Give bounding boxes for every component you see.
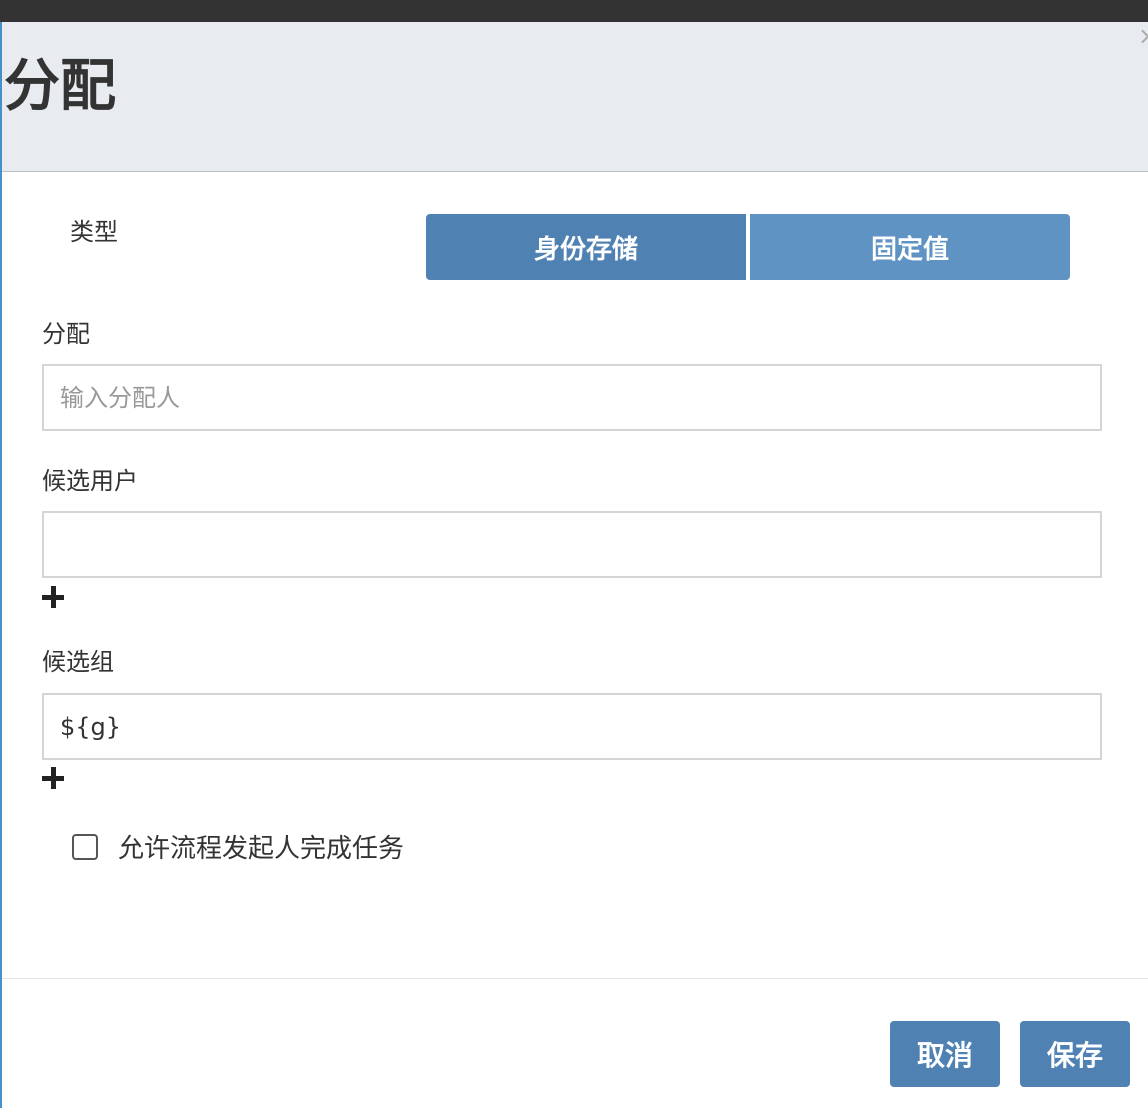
initiator-can-complete-label: 允许流程发起人完成任务: [118, 834, 405, 864]
cancel-button[interactable]: 取消: [890, 1021, 1000, 1087]
candidate-user-input[interactable]: [42, 511, 1102, 578]
initiator-can-complete-checkbox[interactable]: [72, 834, 98, 860]
add-candidate-group-plus-icon[interactable]: [42, 767, 64, 789]
add-candidate-user-plus-icon[interactable]: [42, 586, 64, 608]
dialog-header: 分配 ×: [2, 22, 1148, 172]
close-icon[interactable]: ×: [1138, 24, 1148, 48]
assignment-dialog: 分配 × 类型 身份存储 固定值 分配 候选用户 候选组 允许流程发起人完成任务…: [0, 22, 1148, 1108]
candidate-users-label: 候选用户: [42, 467, 138, 495]
type-label: 类型: [70, 218, 118, 246]
footer-divider: [2, 978, 1148, 979]
assignee-label: 分配: [42, 320, 90, 348]
type-fixed-value-button[interactable]: 固定值: [750, 214, 1070, 280]
assignee-input[interactable]: [42, 364, 1102, 431]
window-top-bar: [0, 0, 1148, 22]
candidate-groups-label: 候选组: [42, 648, 114, 676]
dialog-title: 分配: [4, 54, 116, 119]
candidate-group-input[interactable]: [42, 693, 1102, 760]
type-identity-store-button[interactable]: 身份存储: [426, 214, 746, 280]
save-button[interactable]: 保存: [1020, 1021, 1130, 1087]
